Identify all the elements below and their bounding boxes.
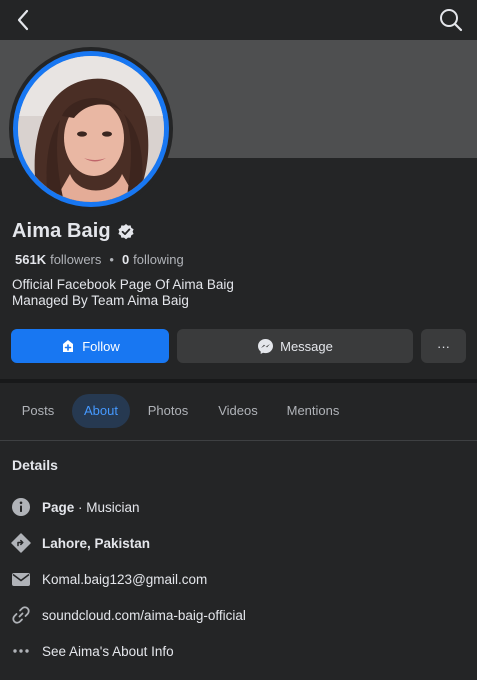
- follow-page-icon: [63, 340, 74, 352]
- details-heading: Details: [12, 457, 58, 473]
- following-count[interactable]: 0: [122, 252, 129, 267]
- more-dots-icon: ···: [437, 338, 450, 354]
- message-button[interactable]: Message: [177, 329, 413, 363]
- bio: Official Facebook Page Of Aima Baig Mana…: [12, 277, 234, 309]
- name-row: Aima Baig: [12, 220, 135, 243]
- tab-about[interactable]: About: [72, 394, 130, 428]
- followers-count[interactable]: 561K: [15, 252, 46, 267]
- profile-tabs: Posts About Photos Videos Mentions: [0, 394, 477, 430]
- location-text: Lahore, Pakistan: [42, 535, 151, 551]
- following-label[interactable]: following: [133, 252, 184, 267]
- bio-line: Managed By Team Aima Baig: [12, 293, 189, 308]
- bio-line: Official Facebook Page Of Aima Baig: [12, 277, 234, 292]
- detail-website[interactable]: soundcloud.com/aima-baig-official: [0, 603, 477, 627]
- follow-button[interactable]: Follow: [11, 329, 169, 363]
- more-options-button[interactable]: ···: [421, 329, 466, 363]
- profile-picture[interactable]: [9, 47, 173, 211]
- followers-label[interactable]: followers: [50, 252, 101, 267]
- avatar-illustration: [18, 56, 164, 202]
- envelope-icon: [11, 569, 31, 589]
- follow-label: Follow: [82, 338, 120, 354]
- search-icon: [440, 9, 463, 32]
- tabs-divider: [0, 440, 477, 441]
- message-label: Message: [280, 338, 333, 354]
- detail-see-more[interactable]: See Aima's About Info: [0, 639, 477, 663]
- email-text: Komal.baig123@gmail.com: [42, 571, 208, 587]
- directions-icon: [11, 533, 31, 553]
- see-about-link[interactable]: See Aima's About Info: [42, 644, 174, 659]
- separator-dot: •: [109, 252, 114, 267]
- tab-videos[interactable]: Videos: [208, 394, 268, 428]
- info-icon: [11, 497, 31, 517]
- back-button[interactable]: [10, 6, 38, 34]
- detail-value: · Musician: [74, 499, 140, 515]
- tab-posts[interactable]: Posts: [9, 394, 67, 428]
- section-divider: [0, 379, 477, 383]
- avatar: [18, 56, 164, 202]
- verified-badge-icon: [118, 223, 134, 239]
- more-dots-icon: [11, 641, 31, 661]
- chevron-left-icon: [17, 9, 29, 31]
- detail-location[interactable]: Lahore, Pakistan: [0, 531, 477, 555]
- follower-stats: 561K followers • 0 following: [15, 252, 184, 267]
- tab-mentions[interactable]: Mentions: [278, 394, 348, 428]
- search-button[interactable]: [437, 6, 465, 34]
- link-icon: [11, 605, 31, 625]
- top-bar: [0, 0, 477, 40]
- website-link[interactable]: soundcloud.com/aima-baig-official: [42, 608, 246, 623]
- profile-page: Aima Baig 561K followers • 0 following O…: [0, 0, 477, 680]
- messenger-icon: [258, 338, 274, 354]
- story-ring: [13, 51, 169, 207]
- detail-page-type: Page · Musician: [0, 495, 477, 519]
- detail-label: Page: [42, 499, 75, 515]
- detail-email[interactable]: Komal.baig123@gmail.com: [0, 567, 477, 591]
- page-title: Aima Baig: [12, 220, 111, 242]
- tab-photos[interactable]: Photos: [138, 394, 198, 428]
